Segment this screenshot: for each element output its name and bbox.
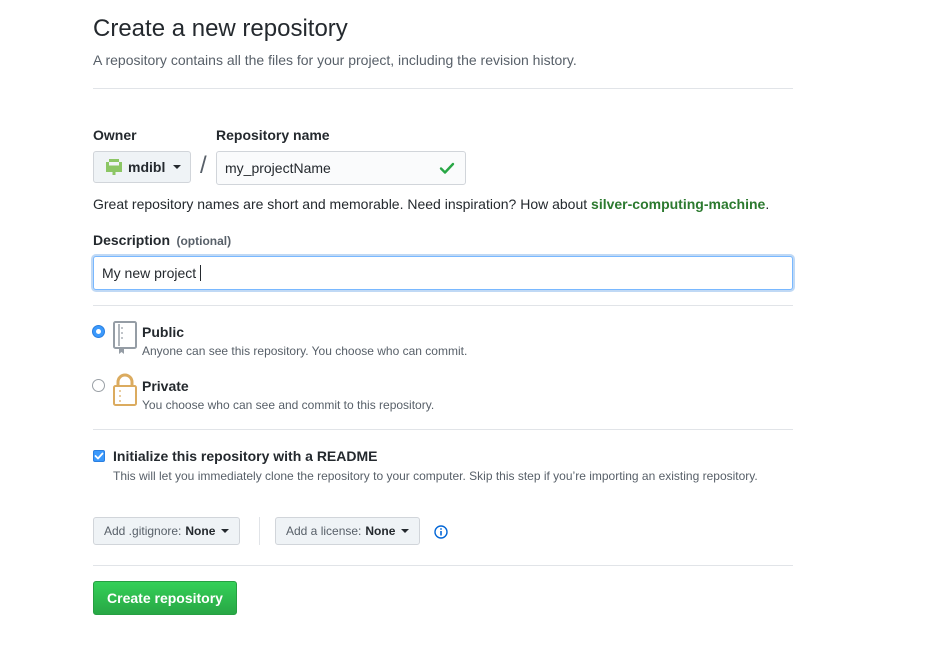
check-icon [439,162,455,174]
public-radio[interactable] [92,325,105,338]
page-subtitle: A repository contains all the files for … [93,52,577,68]
caret-down-icon [173,165,182,169]
gitignore-label: Add .gitignore: [104,524,182,538]
page-title: Create a new repository [93,15,348,42]
create-repository-button[interactable]: Create repository [93,581,237,615]
description-label-text: Description [93,232,171,248]
gitignore-dropdown[interactable]: Add .gitignore: None [93,517,241,545]
public-title: Public [142,324,185,340]
divider [93,305,793,306]
public-description: Anyone can see this repository. You choo… [142,344,468,358]
divider [259,517,260,545]
caret-down-icon [401,529,410,533]
owner-repo-separator: / [200,152,207,179]
identicon [106,159,122,175]
readme-title: Initialize this repository with a README [113,448,378,464]
hint-end: . [765,196,770,212]
caret-down-icon [221,529,230,533]
description-value: My new project [102,265,197,281]
private-title: Private [142,378,189,394]
divider [93,565,793,566]
readme-checkbox[interactable] [93,450,105,462]
readme-description: This will let you immediately clone the … [113,469,758,483]
repo-name-label: Repository name [216,127,330,143]
divider [93,429,793,430]
checkmark-icon [94,452,104,460]
private-description: You choose who can see and commit to thi… [142,398,435,412]
text-cursor [200,265,202,281]
repository-name-input[interactable]: my_projectName [216,151,466,185]
description-input[interactable]: My new project [93,256,793,290]
info-icon[interactable] [434,525,448,539]
name-hint: Great repository names are short and mem… [93,196,769,212]
license-dropdown[interactable]: Add a license: None [275,517,421,545]
owner-value: mdibl [128,159,166,175]
owner-label: Owner [93,127,137,143]
optional-tag: (optional) [176,234,232,248]
license-value: None [365,524,396,538]
private-radio[interactable] [92,379,105,392]
license-label: Add a license: [286,524,362,538]
lock-icon [113,373,137,406]
description-label: Description (optional) [93,232,231,250]
owner-select-button[interactable]: mdibl [93,151,191,183]
gitignore-value: None [185,524,216,538]
hint-text: Great repository names are short and mem… [93,196,592,212]
repo-icon [113,321,137,354]
divider [93,88,793,89]
suggested-name-link[interactable]: silver-computing-machine [591,196,765,212]
repository-name-value: my_projectName [225,160,331,176]
